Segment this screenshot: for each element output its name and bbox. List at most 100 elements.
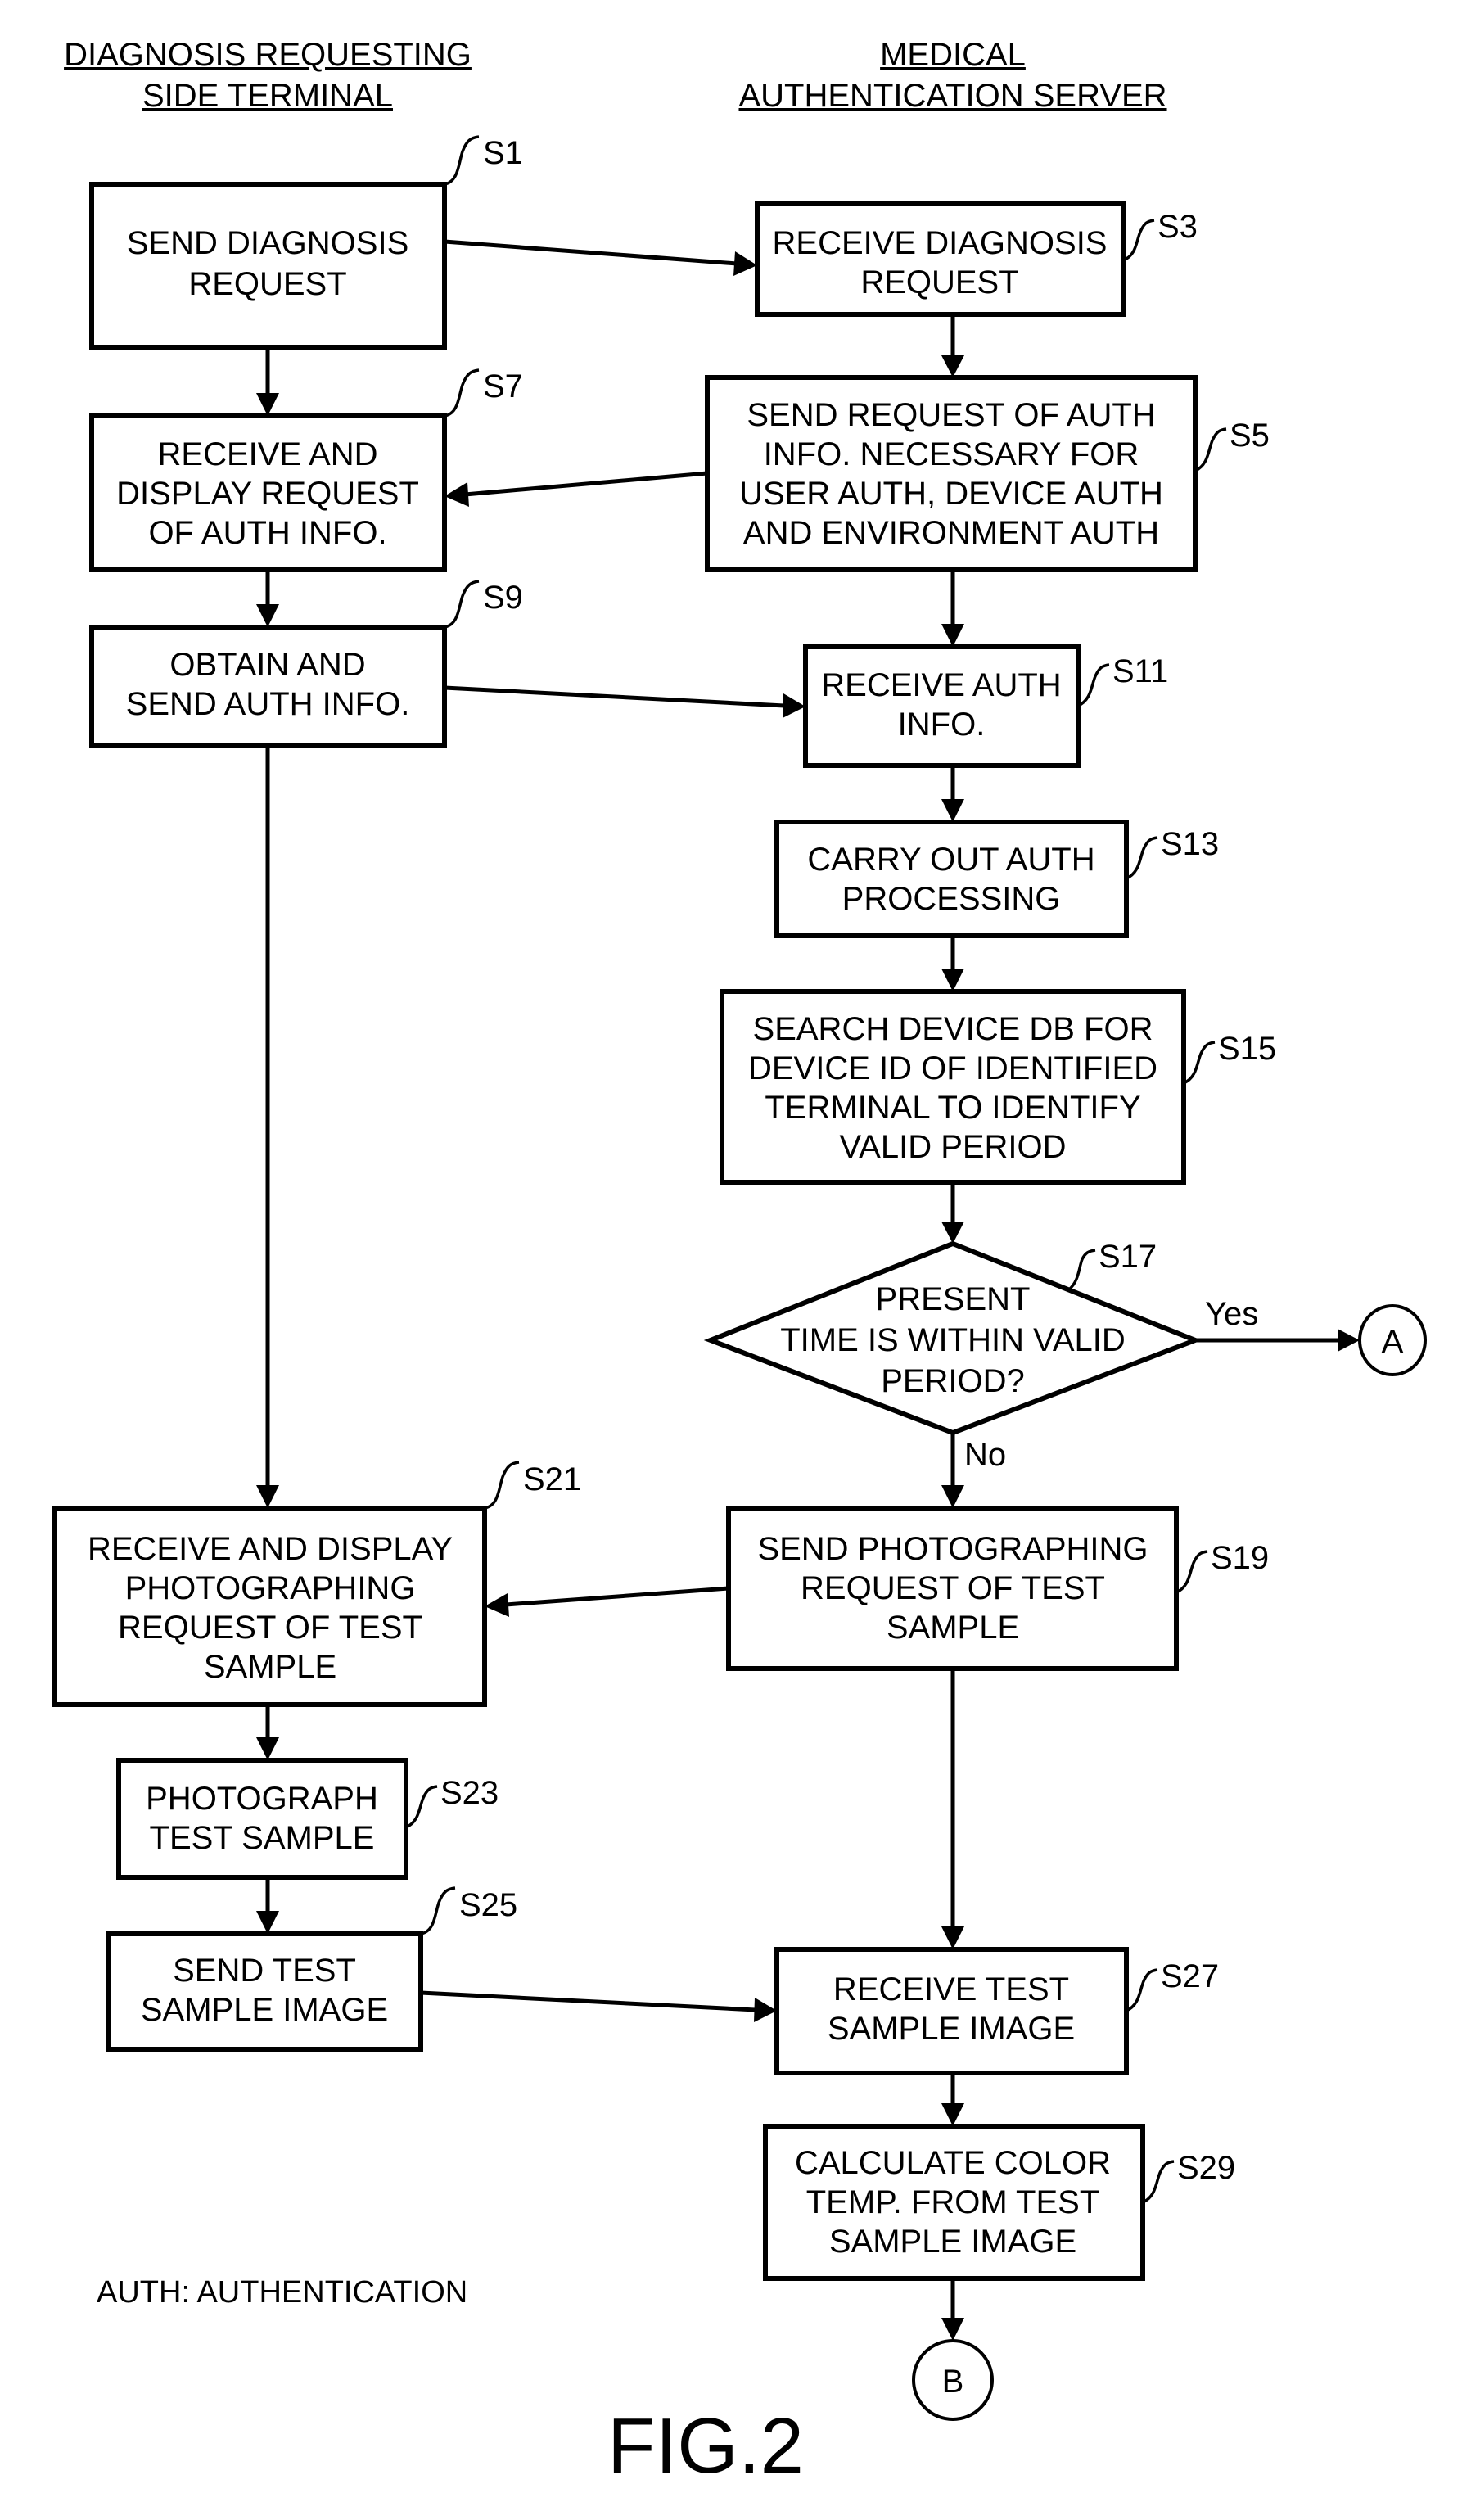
step-s11-label: S11 xyxy=(1112,653,1168,689)
step-s13-box xyxy=(774,820,1129,938)
decision-s17-leader xyxy=(1067,1249,1096,1291)
step-s21: RECEIVE AND DISPLAY PHOTOGRAPHING REQUES… xyxy=(52,1461,581,1707)
step-s1-leader xyxy=(444,135,480,186)
step-s23-text-line1: PHOTOGRAPH xyxy=(146,1781,378,1817)
step-s27-label: S27 xyxy=(1161,1958,1219,1994)
arrow-s9-s11 xyxy=(444,685,785,708)
step-s13-label: S13 xyxy=(1161,826,1219,862)
lane-header-terminal-line2: SIDE TERMINAL xyxy=(142,78,393,114)
arrowhead-s9-s21 xyxy=(256,1485,279,1508)
arrowhead-s23-s25 xyxy=(256,1911,279,1934)
step-s19-leader xyxy=(1175,1550,1208,1594)
arrowhead-s17-s19 xyxy=(941,1485,964,1508)
step-s21-label: S21 xyxy=(523,1461,581,1497)
decision-s17-no-label: No xyxy=(964,1437,1006,1473)
step-s7-label: S7 xyxy=(483,368,523,404)
lane-header-terminal: DIAGNOSIS REQUESTING SIDE TERMINAL xyxy=(64,37,472,114)
step-s3-leader xyxy=(1122,219,1155,262)
arrowhead-s13-s15 xyxy=(941,969,964,991)
arrowhead-s9-s11 xyxy=(783,693,805,718)
step-s3: RECEIVE DIAGNOSIS REQUEST S3 xyxy=(755,201,1198,317)
step-s5-text-line1: SEND REQUEST OF AUTH xyxy=(747,397,1155,433)
step-s9-leader xyxy=(444,580,480,629)
step-s5-text-line3: USER AUTH, DEVICE AUTH xyxy=(739,476,1163,512)
lane-header-terminal-line1: DIAGNOSIS REQUESTING xyxy=(64,37,472,73)
arrowhead-s7-s9 xyxy=(256,604,279,627)
decision-s17-yes-label: Yes xyxy=(1205,1296,1258,1332)
arrowhead-s15-s17 xyxy=(941,1222,964,1244)
step-s15-text-line2: DEVICE ID OF IDENTIFIED xyxy=(748,1050,1157,1086)
step-s23-label: S23 xyxy=(440,1775,499,1811)
decision-s17-text-line3: PERIOD? xyxy=(881,1363,1025,1399)
step-s21-text-line4: SAMPLE xyxy=(204,1649,336,1685)
arrow-s5-s7 xyxy=(464,471,708,497)
arrowhead-s1-s3 xyxy=(733,251,757,276)
step-s5: SEND REQUEST OF AUTH INFO. NECESSARY FOR… xyxy=(705,375,1270,572)
step-s1-text-line2: REQUEST xyxy=(188,266,346,302)
step-s27-text-line1: RECEIVE TEST xyxy=(833,1971,1069,2007)
step-s9-text-line1: OBTAIN AND xyxy=(169,647,365,683)
step-s7-leader xyxy=(444,368,480,418)
abbreviation-note: AUTH: AUTHENTICATION xyxy=(97,2275,467,2310)
step-s27-leader xyxy=(1126,1968,1158,2012)
decision-s17: PRESENT TIME IS WITHIN VALID PERIOD? S17… xyxy=(703,1239,1258,1473)
step-s3-label: S3 xyxy=(1157,209,1198,245)
decision-s17-text-line1: PRESENT xyxy=(876,1281,1031,1317)
step-s29-text-line1: CALCULATE COLOR xyxy=(795,2145,1111,2181)
step-s5-text-line4: AND ENVIRONMENT AUTH xyxy=(743,515,1159,551)
arrowhead-s27-s29 xyxy=(941,2103,964,2126)
step-s29: CALCULATE COLOR TEMP. FROM TEST SAMPLE I… xyxy=(763,2124,1235,2281)
lane-header-server-line2: AUTHENTICATION SERVER xyxy=(738,78,1166,114)
connector-b: B xyxy=(912,2339,994,2421)
step-s15-text-line4: VALID PERIOD xyxy=(839,1129,1066,1165)
figure-label: FIG.2 xyxy=(607,2402,804,2490)
step-s19: SEND PHOTOGRAPHING REQUEST OF TEST SAMPL… xyxy=(726,1506,1269,1671)
step-s7-text-line3: OF AUTH INFO. xyxy=(148,515,386,551)
step-s19-text-line1: SEND PHOTOGRAPHING xyxy=(757,1531,1148,1567)
arrowhead-s19-s21 xyxy=(485,1593,509,1617)
decision-s17-label: S17 xyxy=(1099,1239,1157,1275)
arrowhead-s5-s11 xyxy=(941,624,964,647)
arrowhead-s3-s5 xyxy=(941,355,964,377)
step-s1-label: S1 xyxy=(483,135,523,171)
step-s23-box xyxy=(116,1758,408,1880)
step-s3-text-line1: RECEIVE DIAGNOSIS xyxy=(773,225,1108,261)
step-s15-text-line1: SEARCH DEVICE DB FOR xyxy=(753,1011,1153,1047)
arrowhead-s25-s27 xyxy=(754,1998,777,2022)
step-s13-text-line1: CARRY OUT AUTH xyxy=(807,842,1094,878)
arrowhead-s11-s13 xyxy=(941,799,964,822)
step-s23-leader xyxy=(405,1785,438,1829)
step-s5-text-line2: INFO. NECESSARY FOR xyxy=(764,436,1139,472)
step-s13: CARRY OUT AUTH PROCESSING S13 xyxy=(774,820,1219,938)
step-s25-text-line2: SAMPLE IMAGE xyxy=(141,1992,388,2028)
step-s11: RECEIVE AUTH INFO. S11 xyxy=(803,644,1168,768)
step-s11-text-line2: INFO. xyxy=(898,707,986,743)
arrowhead-s21-s23 xyxy=(256,1737,279,1760)
step-s19-label: S19 xyxy=(1211,1540,1269,1576)
step-s27: RECEIVE TEST SAMPLE IMAGE S27 xyxy=(774,1947,1219,2075)
step-s15: SEARCH DEVICE DB FOR DEVICE ID OF IDENTI… xyxy=(720,989,1276,1185)
arrowhead-s19-s27 xyxy=(941,1926,964,1949)
connector-a-label: A xyxy=(1382,1324,1404,1360)
lane-header-server-line1: MEDICAL xyxy=(880,37,1026,73)
step-s23: PHOTOGRAPH TEST SAMPLE S23 xyxy=(116,1758,499,1880)
step-s13-leader xyxy=(1126,836,1158,880)
connector-a: A xyxy=(1358,1304,1427,1376)
step-s9-text-line2: SEND AUTH INFO. xyxy=(126,686,410,722)
step-s15-label: S15 xyxy=(1218,1031,1276,1067)
step-s11-text-line1: RECEIVE AUTH xyxy=(821,667,1061,703)
step-s7: RECEIVE AND DISPLAY REQUEST OF AUTH INFO… xyxy=(89,368,523,572)
arrow-s1-s3 xyxy=(444,239,738,266)
step-s19-text-line3: SAMPLE xyxy=(887,1610,1019,1646)
step-s21-text-line3: REQUEST OF TEST xyxy=(118,1610,422,1646)
step-s29-text-line2: TEMP. FROM TEST xyxy=(806,2184,1100,2220)
step-s13-text-line2: PROCESSING xyxy=(842,881,1061,917)
step-s21-text-line1: RECEIVE AND DISPLAY xyxy=(88,1531,453,1567)
step-s1-text-line1: SEND DIAGNOSIS xyxy=(127,225,409,261)
step-s15-leader xyxy=(1183,1041,1216,1085)
step-s25-label: S25 xyxy=(459,1887,517,1923)
arrowhead-s17-a xyxy=(1338,1329,1360,1352)
step-s5-leader xyxy=(1194,427,1227,472)
step-s29-leader xyxy=(1142,2160,1175,2204)
lane-header-server: MEDICAL AUTHENTICATION SERVER xyxy=(738,37,1166,114)
